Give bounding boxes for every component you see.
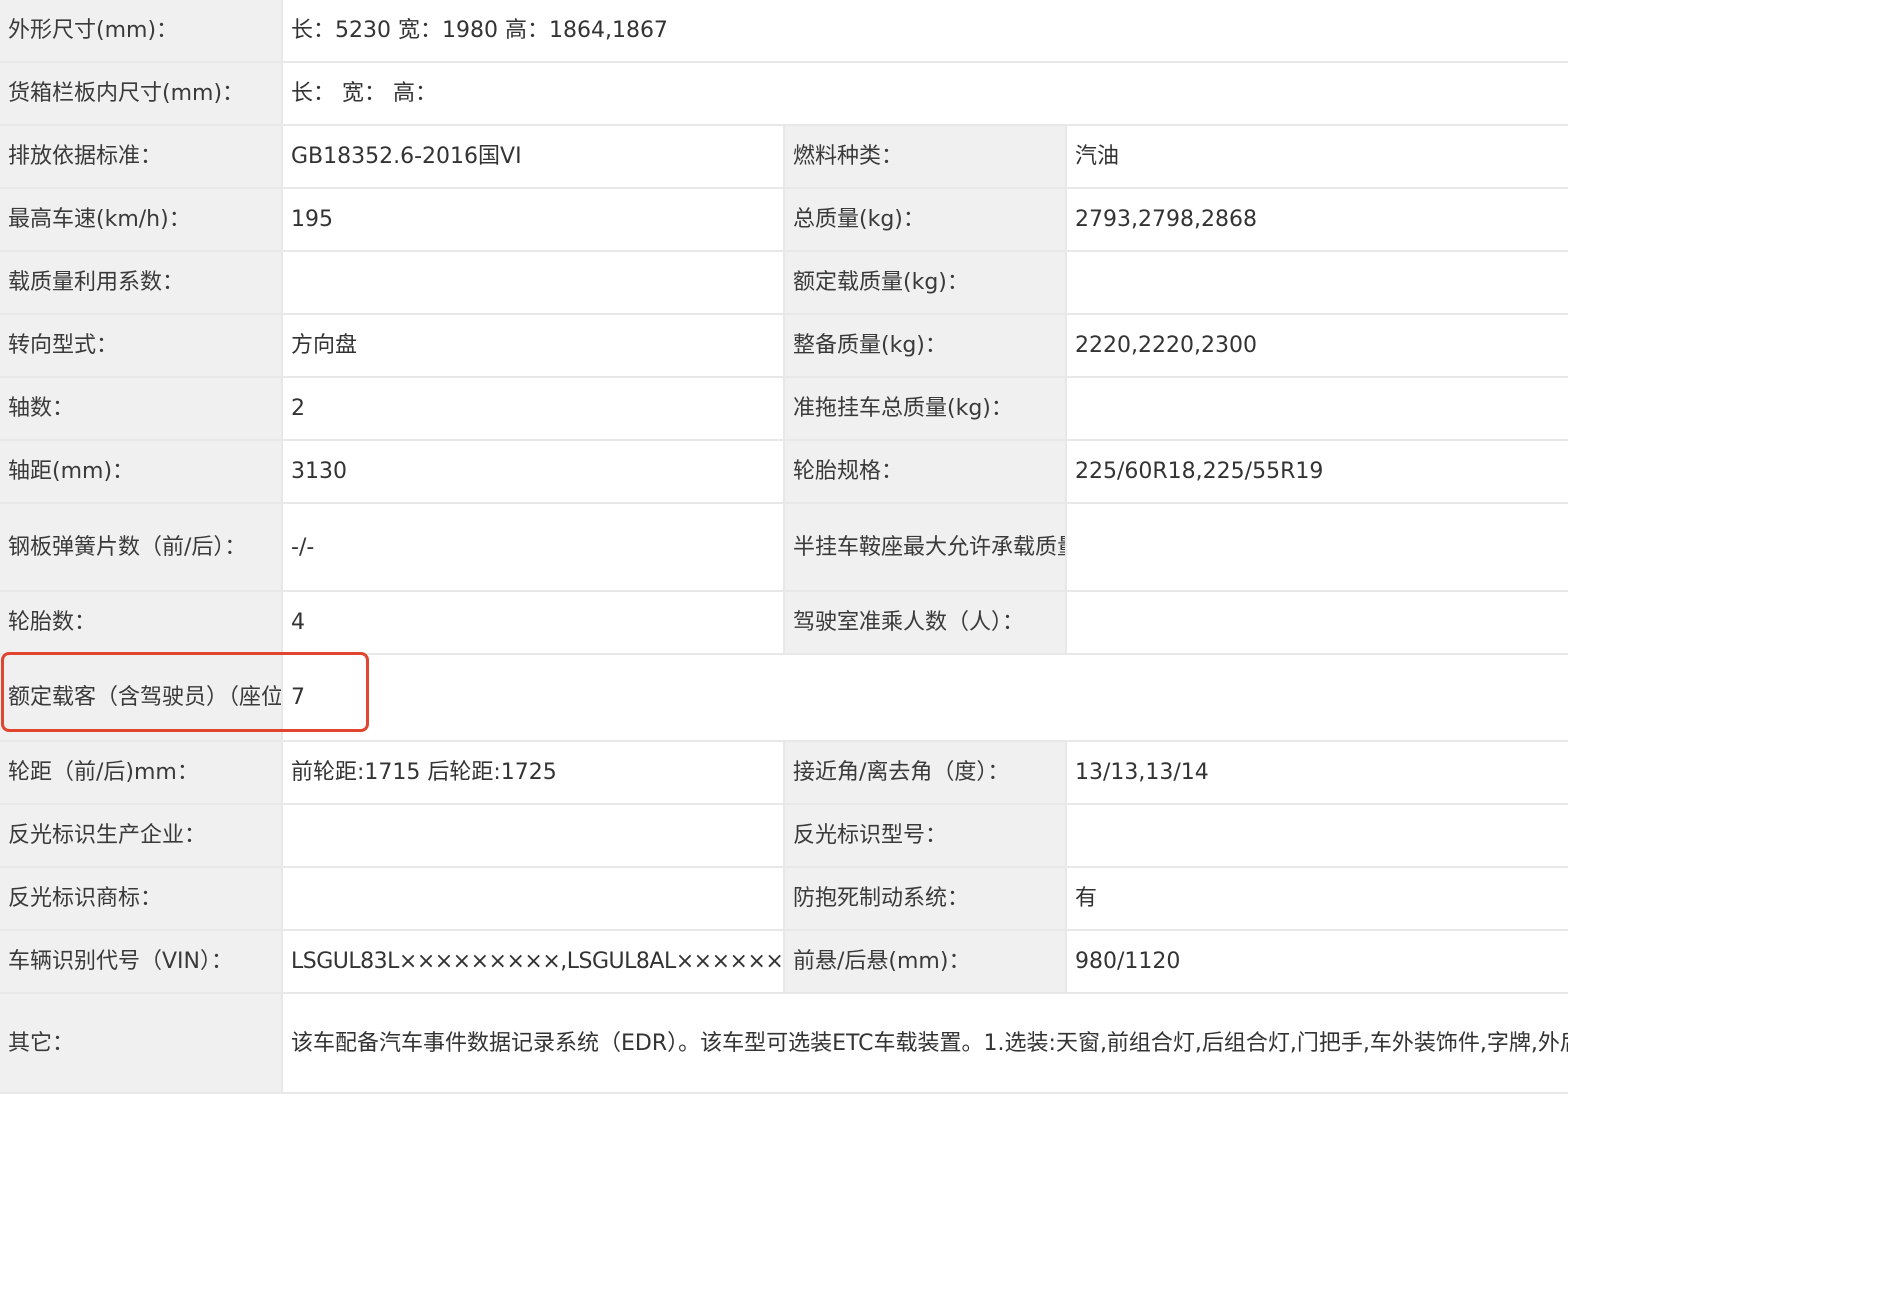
value-rated-passengers: 7 — [281, 654, 1568, 742]
label-reflector-brand: 反光标识商标： — [0, 867, 282, 931]
spec-row-reflector: 反光标识生产企业： 反光标识型号： — [0, 804, 1568, 868]
value-approach-departure: 13/13,13/14 — [1065, 741, 1568, 805]
spec-row-dimensions: 外形尺寸(mm)： 长：5230 宽：1980 高：1864,1867 — [0, 0, 1568, 63]
value-rated-load — [1065, 251, 1568, 315]
value-steering-type: 方向盘 — [281, 314, 784, 378]
value-reflector-maker — [281, 804, 784, 868]
value-overhang: 980/1120 — [1065, 930, 1568, 994]
label-trailer-mass: 准拖挂车总质量(kg)： — [783, 377, 1066, 441]
value-cab-occupants — [1065, 591, 1568, 655]
value-tire-spec: 225/60R18,225/55R19 — [1065, 440, 1568, 504]
label-wheelbase: 轴距(mm)： — [0, 440, 282, 504]
value-fuel-type: 汽油 — [1065, 125, 1568, 189]
spec-row-cargo-box: 货箱栏板内尺寸(mm)： 长： 宽： 高： — [0, 62, 1568, 126]
label-reflector-maker: 反光标识生产企业： — [0, 804, 282, 868]
label-cab-occupants: 驾驶室准乘人数（人）： — [783, 591, 1066, 655]
label-max-speed: 最高车速(km/h)： — [0, 188, 282, 252]
label-tire-spec: 轮胎规格： — [783, 440, 1066, 504]
value-max-speed: 195 — [281, 188, 784, 252]
value-curb-mass: 2220,2220,2300 — [1065, 314, 1568, 378]
value-wheelbase: 3130 — [281, 440, 784, 504]
label-vin: 车辆识别代号（VIN）： — [0, 930, 282, 994]
value-vin: LSGUL83L×××××××××,LSGUL8AL××××××××× — [281, 930, 784, 994]
label-curb-mass: 整备质量(kg)： — [783, 314, 1066, 378]
label-leaf-springs: 钢板弹簧片数（前/后）： — [0, 503, 282, 592]
spec-row-steering-curb: 转向型式： 方向盘 整备质量(kg)： 2220,2220,2300 — [0, 314, 1568, 378]
spec-row-brand-abs: 反光标识商标： 防抱死制动系统： 有 — [0, 867, 1568, 931]
spec-row-seats: 额定载客（含驾驶员）（座位数）： 7 — [0, 654, 1568, 742]
value-saddle-load — [1065, 503, 1568, 592]
label-other: 其它： — [0, 993, 282, 1094]
spec-row-vin-overhang: 车辆识别代号（VIN）： LSGUL83L×××××××××,LSGUL8AL×… — [0, 930, 1568, 994]
spec-row-speed-mass: 最高车速(km/h)： 195 总质量(kg)： 2793,2798,2868 — [0, 188, 1568, 252]
spec-row-wheelbase-tire: 轴距(mm)： 3130 轮胎规格： 225/60R18,225/55R19 — [0, 440, 1568, 504]
label-dimensions: 外形尺寸(mm)： — [0, 0, 282, 63]
value-dimensions: 长：5230 宽：1980 高：1864,1867 — [281, 0, 1568, 63]
spec-row-track-angles: 轮距（前/后)mm： 前轮距:1715 后轮距:1725 接近角/离去角（度）：… — [0, 741, 1568, 805]
label-approach-departure: 接近角/离去角（度）： — [783, 741, 1066, 805]
label-load-factor: 载质量利用系数： — [0, 251, 282, 315]
value-load-factor — [281, 251, 784, 315]
value-total-mass: 2793,2798,2868 — [1065, 188, 1568, 252]
spec-row-load: 载质量利用系数： 额定载质量(kg)： — [0, 251, 1568, 315]
value-reflector-brand — [281, 867, 784, 931]
label-track-width: 轮距（前/后)mm： — [0, 741, 282, 805]
spec-row-tires-cab: 轮胎数： 4 驾驶室准乘人数（人）： — [0, 591, 1568, 655]
label-axle-count: 轴数： — [0, 377, 282, 441]
label-cargo-box-size: 货箱栏板内尺寸(mm)： — [0, 62, 282, 126]
value-abs: 有 — [1065, 867, 1568, 931]
value-other-notes: 该车配备汽车事件数据记录系统（EDR）。该车型可选装ETC车载装置。1.选装:天… — [281, 993, 1568, 1094]
value-track-width: 前轮距:1715 后轮距:1725 — [281, 741, 784, 805]
vehicle-spec-table: 外形尺寸(mm)： 长：5230 宽：1980 高：1864,1867 货箱栏板… — [0, 0, 1568, 1094]
label-abs: 防抱死制动系统： — [783, 867, 1066, 931]
value-emission-standard: GB18352.6-2016国VI — [281, 125, 784, 189]
label-overhang: 前悬/后悬(mm)： — [783, 930, 1066, 994]
spec-row-other: 其它： 该车配备汽车事件数据记录系统（EDR）。该车型可选装ETC车载装置。1.… — [0, 993, 1568, 1094]
value-cargo-box-size: 长： 宽： 高： — [281, 62, 1568, 126]
value-tire-count: 4 — [281, 591, 784, 655]
label-total-mass: 总质量(kg)： — [783, 188, 1066, 252]
label-steering-type: 转向型式： — [0, 314, 282, 378]
value-axle-count: 2 — [281, 377, 784, 441]
spec-row-emission-fuel: 排放依据标准： GB18352.6-2016国VI 燃料种类： 汽油 — [0, 125, 1568, 189]
value-leaf-springs: -/- — [281, 503, 784, 592]
label-fuel-type: 燃料种类： — [783, 125, 1066, 189]
label-rated-passengers: 额定载客（含驾驶员）（座位数）： — [0, 654, 282, 742]
spec-row-axles-trailer: 轴数： 2 准拖挂车总质量(kg)： — [0, 377, 1568, 441]
label-tire-count: 轮胎数： — [0, 591, 282, 655]
value-trailer-mass — [1065, 377, 1568, 441]
value-reflector-model — [1065, 804, 1568, 868]
spec-row-springs-saddle: 钢板弹簧片数（前/后）： -/- 半挂车鞍座最大允许承载质量(kg)： — [0, 503, 1568, 592]
label-rated-load: 额定载质量(kg)： — [783, 251, 1066, 315]
label-emission-standard: 排放依据标准： — [0, 125, 282, 189]
label-saddle-load: 半挂车鞍座最大允许承载质量(kg)： — [783, 503, 1066, 592]
label-reflector-model: 反光标识型号： — [783, 804, 1066, 868]
